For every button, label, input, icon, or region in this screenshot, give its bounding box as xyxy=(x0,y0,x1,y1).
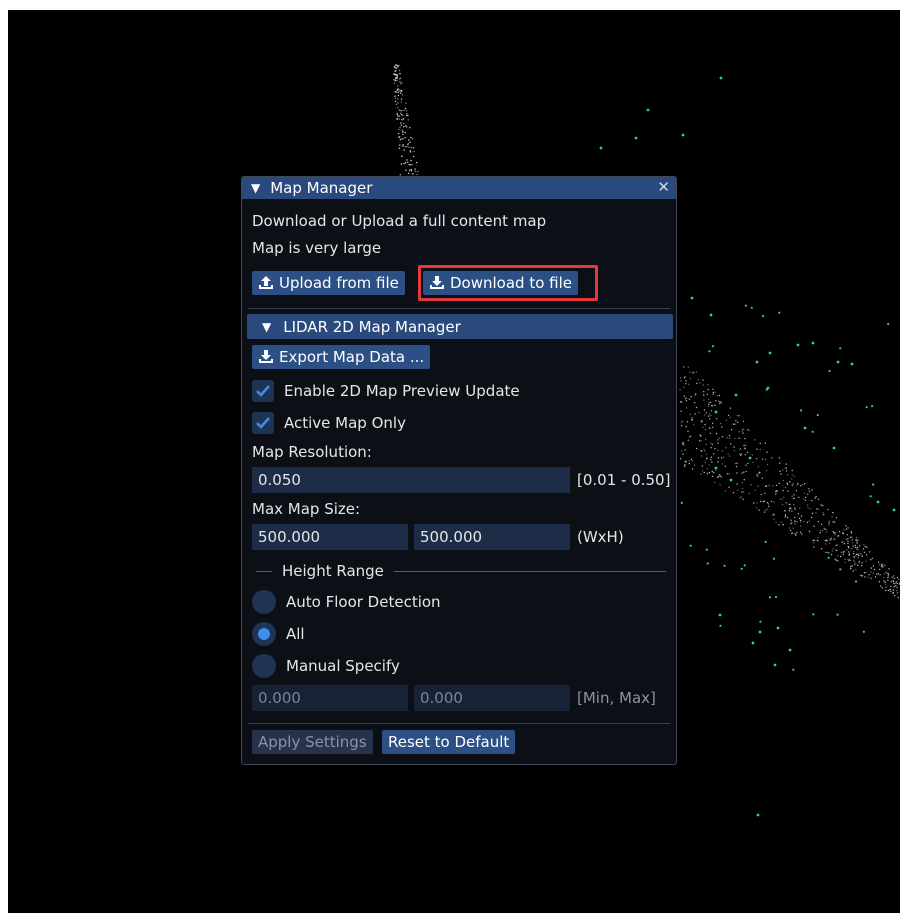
enable-preview-label: Enable 2D Map Preview Update xyxy=(284,382,520,400)
active-map-only-label: Active Map Only xyxy=(284,414,406,432)
section-title: LIDAR 2D Map Manager xyxy=(283,317,461,336)
divider xyxy=(248,308,670,309)
radio-manual-label: Manual Specify xyxy=(286,657,400,675)
lidar-section-header[interactable]: ▼ LIDAR 2D Map Manager xyxy=(247,314,673,339)
download-icon xyxy=(259,350,273,363)
map-manager-window[interactable]: ▼ Map Manager ✕ Download or Upload a ful… xyxy=(241,176,677,765)
window-titlebar[interactable]: ▼ Map Manager ✕ xyxy=(242,177,676,199)
resolution-range: [0.01 - 0.50] xyxy=(577,471,671,489)
download-highlight-box xyxy=(418,265,598,301)
active-map-only-checkbox[interactable] xyxy=(252,412,274,434)
upload-icon xyxy=(259,276,273,289)
min-height-input[interactable]: 0.000 xyxy=(252,685,408,711)
collapse-icon[interactable]: ▼ xyxy=(251,181,260,195)
upload-label: Upload from file xyxy=(279,274,399,292)
map-resolution-label: Map Resolution: xyxy=(252,443,372,461)
enable-preview-checkbox[interactable] xyxy=(252,380,274,402)
collapse-icon[interactable]: ▼ xyxy=(262,320,271,334)
description-line-1: Download or Upload a full content map xyxy=(252,212,547,230)
window-title: Map Manager xyxy=(270,179,373,197)
radio-all[interactable] xyxy=(252,622,276,646)
radio-manual-specify[interactable] xyxy=(252,654,276,678)
radio-auto-floor-label: Auto Floor Detection xyxy=(286,593,441,611)
checkmark-icon xyxy=(256,385,270,397)
close-icon[interactable]: ✕ xyxy=(657,178,670,196)
reset-default-button[interactable]: Reset to Default xyxy=(382,730,516,754)
map-resolution-input[interactable]: 0.050 xyxy=(252,467,570,493)
minmax-suffix: [Min, Max] xyxy=(577,689,656,707)
height-range-title: Height Range xyxy=(282,562,384,580)
apply-settings-button[interactable]: Apply Settings xyxy=(252,730,373,754)
export-label: Export Map Data ... xyxy=(279,348,425,366)
radio-all-label: All xyxy=(286,625,305,643)
height-range-header: Height Range xyxy=(256,560,666,582)
divider xyxy=(248,723,670,724)
checkmark-icon xyxy=(256,417,270,429)
upload-button[interactable]: Upload from file xyxy=(252,271,405,295)
description-line-2: Map is very large xyxy=(252,239,382,257)
size-suffix: (WxH) xyxy=(577,528,624,546)
radio-auto-floor[interactable] xyxy=(252,590,276,614)
apply-label: Apply Settings xyxy=(258,733,367,751)
max-height-input[interactable]: 500.000 xyxy=(414,524,570,550)
max-map-size-label: Max Map Size: xyxy=(252,500,361,518)
reset-label: Reset to Default xyxy=(388,733,510,751)
max-width-input[interactable]: 500.000 xyxy=(252,524,408,550)
max-height-range-input[interactable]: 0.000 xyxy=(414,685,570,711)
export-map-data-button[interactable]: Export Map Data ... xyxy=(252,345,431,369)
